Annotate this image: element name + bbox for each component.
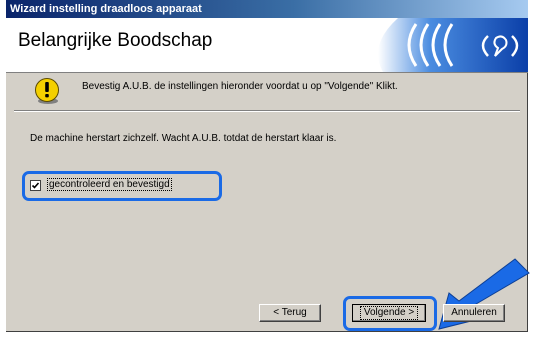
warning-text: Bevestig A.U.B. de instellingen hieronde… <box>82 81 398 92</box>
next-button-label: Volgende > <box>359 306 419 320</box>
page-title: Belangrijke Boodschap <box>18 30 213 51</box>
cancel-button[interactable]: Annuleren <box>443 304 505 322</box>
wizard-window: Wizard instelling draadloos apparaat Bel… <box>6 0 530 332</box>
next-button[interactable]: Volgende > <box>352 304 426 322</box>
back-button[interactable]: < Terug <box>259 304 321 322</box>
info-text: De machine herstart zichzelf. Wacht A.U.… <box>30 133 337 144</box>
warning-icon <box>35 78 59 104</box>
divider <box>14 110 520 112</box>
confirm-checkbox[interactable] <box>30 180 41 191</box>
confirm-checkbox-label[interactable]: gecontroleerd en bevestigd <box>47 178 172 191</box>
title-bar: Wizard instelling draadloos apparaat <box>6 0 528 18</box>
wireless-logo-icon <box>378 18 528 72</box>
checkmark-icon <box>31 182 40 189</box>
warning-row: Bevestig A.U.B. de instellingen hieronde… <box>6 73 528 109</box>
wizard-header: Belangrijke Boodschap <box>6 18 528 73</box>
